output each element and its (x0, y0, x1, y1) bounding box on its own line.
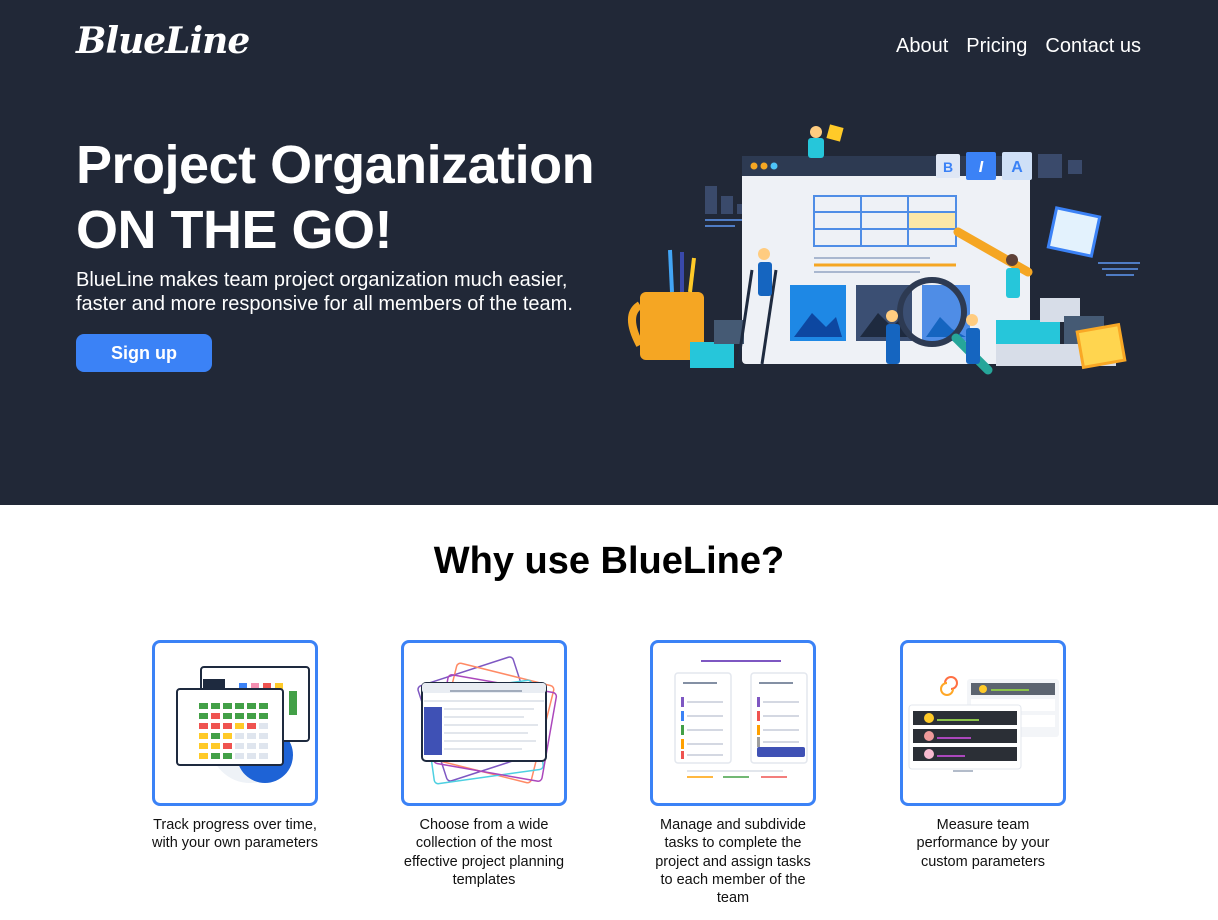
nav-contact[interactable]: Contact us (1045, 35, 1141, 58)
hero-title-line2: ON THE GO! (76, 200, 393, 260)
hero-title: Project Organization ON THE GO! (76, 133, 636, 263)
brand-logo[interactable]: BlueLine (76, 20, 250, 62)
hero-illustration: B I A (628, 124, 1140, 375)
feature-caption-performance: Measure team performance by your custom … (916, 817, 1050, 870)
feature-card-templates[interactable] (401, 640, 567, 806)
leaderboard-icon (908, 676, 1059, 772)
feature-performance: Measure team performance by your custom … (898, 640, 1068, 871)
feature-tasks: Manage and subdivide tasks to complete t… (648, 640, 818, 907)
nav-about[interactable]: About (896, 35, 948, 58)
hero-section: BlueLine About Pricing Contact us Projec… (0, 0, 1218, 505)
svg-text:A: A (1011, 159, 1023, 176)
why-title: Why use BlueLine? (433, 540, 785, 582)
templates-icon (417, 656, 558, 785)
svg-text:I: I (979, 159, 984, 176)
feature-caption-progress: Track progress over time, with your own … (151, 817, 318, 852)
feature-templates: Choose from a wide collection of the mos… (399, 640, 569, 889)
signup-button[interactable]: Sign up (76, 334, 212, 372)
feature-card-tasks[interactable] (650, 640, 816, 806)
progress-table-icon (176, 666, 310, 783)
hero-subtitle: BlueLine makes team project organization… (76, 269, 573, 315)
feature-caption-templates: Choose from a wide collection of the mos… (403, 817, 565, 888)
top-nav: About Pricing Contact us (896, 35, 1141, 58)
feature-card-progress[interactable] (152, 640, 318, 806)
feature-caption-tasks: Manage and subdivide tasks to complete t… (655, 817, 811, 907)
hero-title-line1: Project Organization (76, 135, 595, 195)
feature-progress: Track progress over time, with your own … (150, 640, 320, 853)
nav-pricing[interactable]: Pricing (966, 35, 1027, 58)
feature-card-performance[interactable] (900, 640, 1066, 806)
svg-text:B: B (943, 159, 953, 175)
task-board-icon (674, 660, 808, 778)
